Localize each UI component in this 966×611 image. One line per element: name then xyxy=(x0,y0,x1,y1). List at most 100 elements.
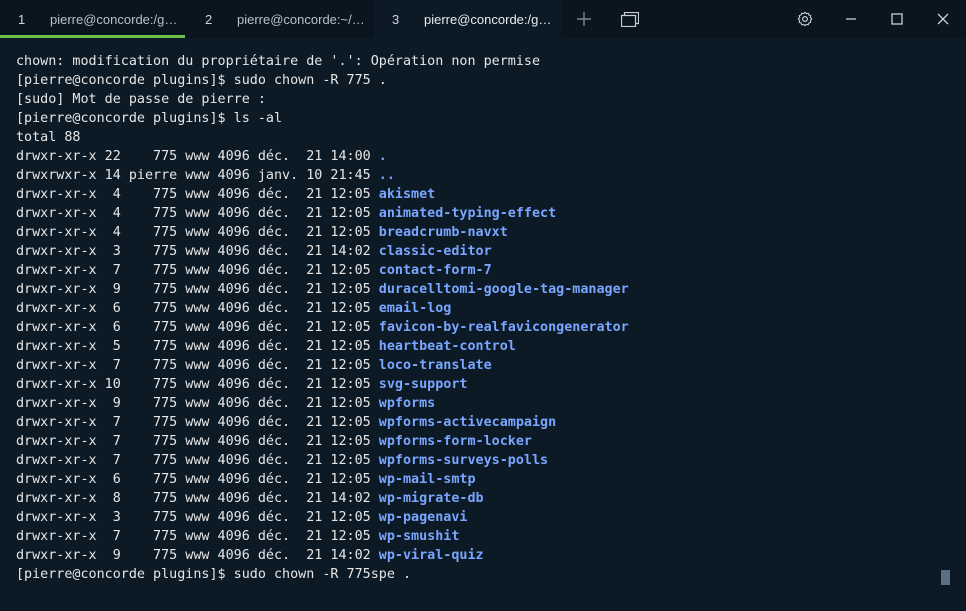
line-text: drwxr-xr-x 3 775 www 4096 déc. 21 14:02 xyxy=(16,244,379,259)
line-text: drwxr-xr-x 7 775 www 4096 déc. 21 12:05 xyxy=(16,415,379,430)
listing-row: drwxr-xr-x 10 775 www 4096 déc. 21 12:05… xyxy=(16,375,936,394)
directory-name: email-log xyxy=(378,301,452,316)
close-button[interactable] xyxy=(920,0,966,38)
text-cursor xyxy=(941,570,950,585)
directory-name: wpforms xyxy=(378,396,436,411)
listing-row: drwxr-xr-x 7 775 www 4096 déc. 21 12:05 … xyxy=(16,451,936,470)
directory-name: contact-form-7 xyxy=(378,263,492,278)
directory-name: breadcrumb-navxt xyxy=(378,225,508,240)
directory-name: wp-smushit xyxy=(378,529,460,544)
terminal-line: [pierre@concorde plugins]$ sudo chown -R… xyxy=(16,565,936,584)
line-text: drwxr-xr-x 9 775 www 4096 déc. 21 12:05 xyxy=(16,282,379,297)
tab-indicator xyxy=(0,35,185,38)
minimize-icon xyxy=(846,18,856,20)
listing-row: drwxr-xr-x 9 775 www 4096 déc. 21 12:05 … xyxy=(16,280,936,299)
listing-row: drwxr-xr-x 7 775 www 4096 déc. 21 12:05 … xyxy=(16,413,936,432)
listing-row: drwxr-xr-x 8 775 www 4096 déc. 21 14:02 … xyxy=(16,489,936,508)
terminal-line: chown: modification du propriétaire de '… xyxy=(16,52,936,71)
listing-row: drwxr-xr-x 4 775 www 4096 déc. 21 12:05 … xyxy=(16,223,936,242)
directory-name: duracelltomi-google-tag-manager xyxy=(378,282,629,297)
directory-name: akismet xyxy=(378,187,436,202)
listing-row: drwxr-xr-x 7 775 www 4096 déc. 21 12:05 … xyxy=(16,356,936,375)
line-text: drwxr-xr-x 7 775 www 4096 déc. 21 12:05 xyxy=(16,434,379,449)
directory-name: heartbeat-control xyxy=(378,339,516,354)
listing-row: drwxr-xr-x 4 775 www 4096 déc. 21 12:05 … xyxy=(16,185,936,204)
line-text: drwxr-xr-x 8 775 www 4096 déc. 21 14:02 xyxy=(16,491,379,506)
tab-overview-button[interactable] xyxy=(607,0,653,38)
directory-name: wpforms-activecampaign xyxy=(378,415,557,430)
directory-name: .. xyxy=(378,168,395,183)
line-text: drwxr-xr-x 4 775 www 4096 déc. 21 12:05 xyxy=(16,225,379,240)
new-tab-button[interactable] xyxy=(561,0,607,38)
terminal-line: total 88 xyxy=(16,128,936,147)
directory-name: wp-migrate-db xyxy=(378,491,484,506)
line-text: drwxr-xr-x 9 775 www 4096 déc. 21 14:02 xyxy=(16,548,379,563)
terminal-line: [pierre@concorde plugins]$ ls -al xyxy=(16,109,936,128)
line-text: chown: modification du propriétaire de '… xyxy=(16,54,541,69)
directory-name: wp-mail-smtp xyxy=(378,472,476,487)
line-text: drwxr-xr-x 7 775 www 4096 déc. 21 12:05 xyxy=(16,263,379,278)
plus-icon xyxy=(577,12,591,26)
tab-label: pierre@concorde:/g… xyxy=(424,11,552,27)
maximize-button[interactable] xyxy=(874,0,920,38)
tab-label: pierre@concorde:~/… xyxy=(237,11,365,27)
tab-2[interactable]: 2 pierre@concorde:~/… xyxy=(187,0,374,38)
settings-button[interactable] xyxy=(782,0,828,38)
line-text: drwxr-xr-x 9 775 www 4096 déc. 21 12:05 xyxy=(16,396,379,411)
terminal-line: [sudo] Mot de passe de pierre : xyxy=(16,90,936,109)
listing-row: drwxr-xr-x 6 775 www 4096 déc. 21 12:05 … xyxy=(16,470,936,489)
directory-name: . xyxy=(378,149,387,164)
listing-row: drwxr-xr-x 7 775 www 4096 déc. 21 12:05 … xyxy=(16,527,936,546)
tab-overview-icon xyxy=(621,11,639,27)
listing-row: drwxr-xr-x 7 775 www 4096 déc. 21 12:05 … xyxy=(16,432,936,451)
directory-name: loco-translate xyxy=(378,358,492,373)
directory-name: classic-editor xyxy=(378,244,492,259)
gear-icon xyxy=(797,11,813,27)
line-text: drwxr-xr-x 6 775 www 4096 déc. 21 12:05 xyxy=(16,301,379,316)
close-icon xyxy=(937,13,949,25)
listing-row: drwxr-xr-x 9 775 www 4096 déc. 21 12:05 … xyxy=(16,394,936,413)
listing-row: drwxrwxr-x 14 pierre www 4096 janv. 10 2… xyxy=(16,166,936,185)
line-text: drwxr-xr-x 22 775 www 4096 déc. 21 14:00 xyxy=(16,149,379,164)
directory-name: wp-pagenavi xyxy=(378,510,468,525)
tab-number: 3 xyxy=(392,11,400,27)
line-text: drwxr-xr-x 7 775 www 4096 déc. 21 12:05 xyxy=(16,453,379,468)
line-text: total 88 xyxy=(16,130,81,145)
listing-row: drwxr-xr-x 3 775 www 4096 déc. 21 14:02 … xyxy=(16,242,936,261)
tab-bar: 1 pierre@concorde:/g… 2 pierre@concorde:… xyxy=(0,0,966,38)
terminal-line: [pierre@concorde plugins]$ sudo chown -R… xyxy=(16,71,936,90)
listing-row: drwxr-xr-x 6 775 www 4096 déc. 21 12:05 … xyxy=(16,299,936,318)
line-text: [pierre@concorde plugins]$ sudo chown -R… xyxy=(16,567,412,582)
line-text: drwxr-xr-x 5 775 www 4096 déc. 21 12:05 xyxy=(16,339,379,354)
listing-row: drwxr-xr-x 6 775 www 4096 déc. 21 12:05 … xyxy=(16,318,936,337)
tab-number: 2 xyxy=(205,11,213,27)
line-text: [pierre@concorde plugins]$ ls -al xyxy=(16,111,283,126)
line-text: drwxr-xr-x 6 775 www 4096 déc. 21 12:05 xyxy=(16,472,379,487)
line-text: [sudo] Mot de passe de pierre : xyxy=(16,92,266,107)
tab-3[interactable]: 3 pierre@concorde:/g… xyxy=(374,0,561,38)
listing-row: drwxr-xr-x 7 775 www 4096 déc. 21 12:05 … xyxy=(16,261,936,280)
line-text: drwxr-xr-x 4 775 www 4096 déc. 21 12:05 xyxy=(16,206,379,221)
directory-name: wpforms-surveys-polls xyxy=(378,453,549,468)
line-text: drwxr-xr-x 7 775 www 4096 déc. 21 12:05 xyxy=(16,358,379,373)
tabbar-spacer xyxy=(653,0,782,38)
listing-row: drwxr-xr-x 4 775 www 4096 déc. 21 12:05 … xyxy=(16,204,936,223)
listing-row: drwxr-xr-x 22 775 www 4096 déc. 21 14:00… xyxy=(16,147,936,166)
terminal-output[interactable]: chown: modification du propriétaire de '… xyxy=(16,52,936,584)
line-text: [pierre@concorde plugins]$ sudo chown -R… xyxy=(16,73,387,88)
directory-name: wp-viral-quiz xyxy=(378,548,484,563)
directory-name: svg-support xyxy=(378,377,468,392)
tab-number: 1 xyxy=(18,11,26,27)
terminal-window: 1 pierre@concorde:/g… 2 pierre@concorde:… xyxy=(0,0,966,611)
line-text: drwxr-xr-x 7 775 www 4096 déc. 21 12:05 xyxy=(16,529,379,544)
line-text: drwxr-xr-x 6 775 www 4096 déc. 21 12:05 xyxy=(16,320,379,335)
listing-row: drwxr-xr-x 3 775 www 4096 déc. 21 12:05 … xyxy=(16,508,936,527)
line-text: drwxrwxr-x 14 pierre www 4096 janv. 10 2… xyxy=(16,168,379,183)
tab-1[interactable]: 1 pierre@concorde:/g… xyxy=(0,0,187,38)
minimize-button[interactable] xyxy=(828,0,874,38)
line-text: drwxr-xr-x 4 775 www 4096 déc. 21 12:05 xyxy=(16,187,379,202)
listing-row: drwxr-xr-x 5 775 www 4096 déc. 21 12:05 … xyxy=(16,337,936,356)
listing-row: drwxr-xr-x 9 775 www 4096 déc. 21 14:02 … xyxy=(16,546,936,565)
directory-name: favicon-by-realfavicongenerator xyxy=(378,320,629,335)
line-text: drwxr-xr-x 3 775 www 4096 déc. 21 12:05 xyxy=(16,510,379,525)
